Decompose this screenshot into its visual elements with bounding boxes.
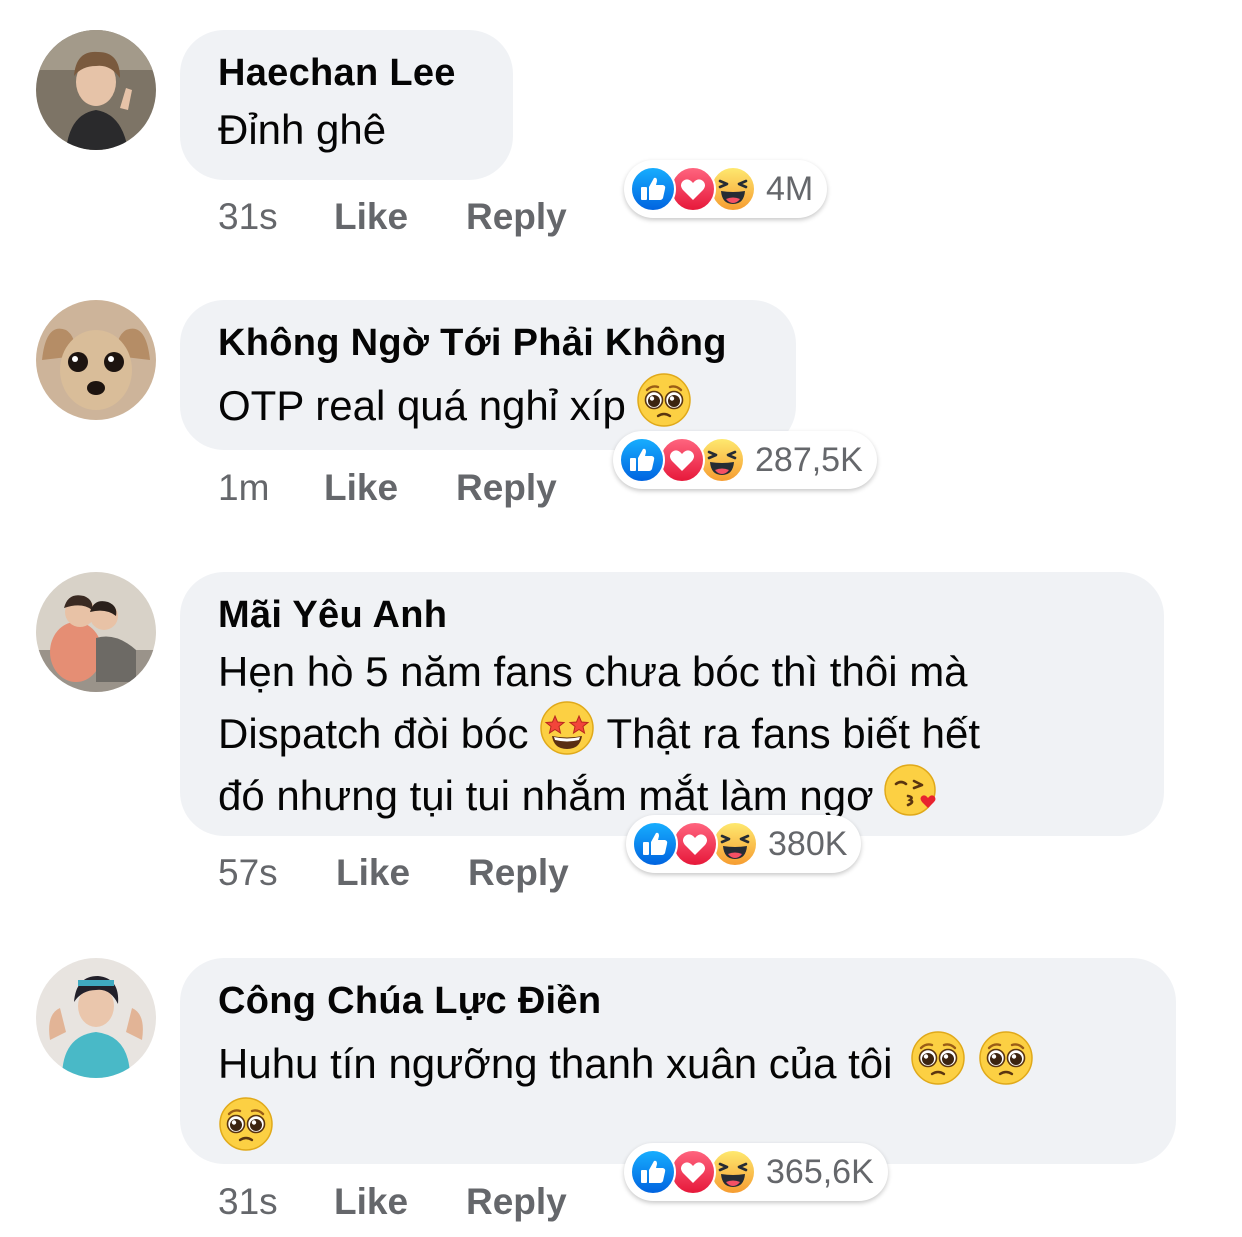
pleading-face-emoji: [636, 372, 692, 428]
haha-icon: [710, 166, 756, 212]
comment-bubble[interactable]: Không Ngờ Tới Phải Không OTP real quá ng…: [180, 300, 796, 450]
comment-text-line: Thật ra fans biết hết: [606, 710, 981, 757]
reply-button[interactable]: Reply: [456, 467, 557, 509]
comment-text-line: Dispatch đòi bóc: [218, 710, 529, 757]
reaction-summary[interactable]: 365,6K: [624, 1143, 888, 1201]
comment-bubble[interactable]: Công Chúa Lực Điền Huhu tín ngưỡng thanh…: [180, 958, 1176, 1164]
love-icon: [659, 437, 705, 483]
face-blowing-kiss-emoji: [884, 762, 940, 818]
timestamp[interactable]: 31s: [218, 1181, 334, 1223]
comment-text-line: đó nhưng tụi tui nhắm mắt làm ngơ: [218, 772, 874, 819]
reaction-summary[interactable]: 287,5K: [613, 431, 877, 489]
author-name[interactable]: Không Ngờ Tới Phải Không: [218, 320, 758, 366]
comment-bubble[interactable]: Mãi Yêu Anh Hẹn hò 5 năm fans chưa bóc t…: [180, 572, 1164, 836]
like-button[interactable]: Like: [336, 852, 468, 894]
timestamp[interactable]: 1m: [218, 467, 324, 509]
comment-actions: 31s Like Reply: [218, 196, 567, 238]
timestamp[interactable]: 57s: [218, 852, 336, 894]
avatar[interactable]: [36, 300, 156, 420]
comment-text-line-group: Dispatch đòi bóc Thật ra fans biết hết: [218, 700, 1126, 762]
like-icon: [632, 821, 678, 867]
like-button[interactable]: Like: [324, 467, 456, 509]
like-button[interactable]: Like: [334, 1181, 466, 1223]
reaction-count: 365,6K: [766, 1152, 874, 1191]
timestamp[interactable]: 31s: [218, 196, 334, 238]
reply-button[interactable]: Reply: [466, 1181, 567, 1223]
haha-icon: [712, 821, 758, 867]
reply-button[interactable]: Reply: [466, 196, 567, 238]
like-icon: [619, 437, 665, 483]
star-struck-emoji: [539, 700, 595, 756]
comment-actions: 57s Like Reply: [218, 852, 569, 894]
avatar[interactable]: [36, 572, 156, 692]
comment-text-line: Đỉnh ghê: [218, 106, 387, 153]
author-name[interactable]: Haechan Lee: [218, 50, 475, 96]
comment-text: Hẹn hò 5 năm fans chưa bóc thì thôi mà D…: [218, 644, 1126, 824]
comment-text: Đỉnh ghê: [218, 102, 475, 158]
love-icon: [670, 166, 716, 212]
avatar[interactable]: [36, 958, 156, 1078]
avatar[interactable]: [36, 30, 156, 150]
reaction-count: 380K: [768, 824, 848, 863]
comment-text-line: Huhu tín ngưỡng thanh xuân của tôi: [218, 1040, 893, 1087]
comment-text: OTP real quá nghỉ xíp: [218, 372, 758, 434]
comment-text-line: OTP real quá nghỉ xíp: [218, 382, 626, 429]
haha-icon: [710, 1149, 756, 1195]
comment-bubble[interactable]: Haechan Lee Đỉnh ghê: [180, 30, 513, 180]
pleading-face-emoji: [218, 1096, 274, 1152]
reaction-summary[interactable]: 4M: [624, 160, 828, 218]
pleading-face-emoji: [978, 1030, 1034, 1086]
comment-text-line: Hẹn hò 5 năm fans chưa bóc thì thôi mà: [218, 648, 968, 695]
comment-actions: 1m Like Reply: [218, 467, 557, 509]
comment-text: Huhu tín ngưỡng thanh xuân của tôi: [218, 1030, 1138, 1158]
reaction-count: 4M: [766, 169, 814, 208]
love-icon: [672, 821, 718, 867]
love-icon: [670, 1149, 716, 1195]
reaction-count: 287,5K: [755, 440, 863, 479]
like-icon: [630, 1149, 676, 1195]
reaction-summary[interactable]: 380K: [626, 815, 862, 873]
like-icon: [630, 166, 676, 212]
reply-button[interactable]: Reply: [468, 852, 569, 894]
author-name[interactable]: Mãi Yêu Anh: [218, 592, 1126, 638]
author-name[interactable]: Công Chúa Lực Điền: [218, 978, 1138, 1024]
haha-icon: [699, 437, 745, 483]
pleading-face-emoji: [910, 1030, 966, 1086]
comment-actions: 31s Like Reply: [218, 1181, 567, 1223]
like-button[interactable]: Like: [334, 196, 466, 238]
